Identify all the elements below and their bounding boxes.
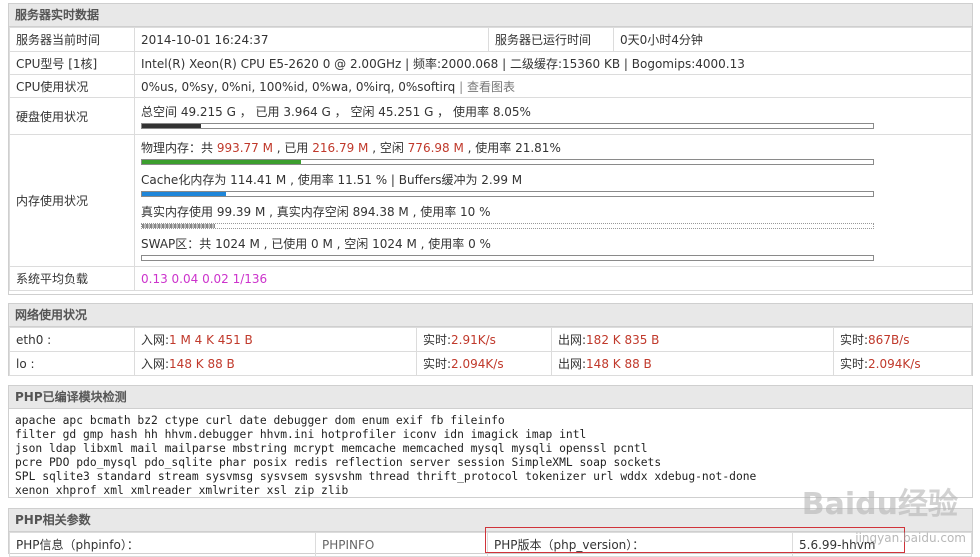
php-modules-title: PHP已编译模块检测 xyxy=(9,386,972,409)
physical-memory-bar-fill xyxy=(142,160,302,164)
module-line: apache apc bcmath bz2 ctype curl date de… xyxy=(15,414,505,427)
module-line: filter gd gmp hash hh hhvm.debugger hhvm… xyxy=(15,428,587,441)
time-row: 服务器当前时间 2014-10-01 16:24:37 服务器已运行时间 0天0… xyxy=(9,27,972,52)
network-row: eth0 : 入网:1 M 4 K 451 B 实时:2.91K/s 出网:18… xyxy=(9,327,972,352)
in-label: 入网: xyxy=(141,357,170,371)
network-panel-title: 网络使用状况 xyxy=(9,304,972,327)
disk-text: 总空间 49.215 G ， 已用 3.964 G ， 空闲 45.251 G … xyxy=(141,104,531,119)
cpu-usage-value: 0%us, 0%sy, 0%ni, 100%id, 0%wa, 0%irq, 0… xyxy=(141,79,456,94)
module-line: json ldap libxml mail mailparse mbstring… xyxy=(15,442,648,455)
cpu-model-row: CPU型号 [1核] Intel(R) Xeon(R) CPU E5-2620 … xyxy=(9,51,972,75)
network-table: eth0 : 入网:1 M 4 K 451 B 实时:2.91K/s 出网:18… xyxy=(9,327,972,376)
phys-free: 776.98 M xyxy=(407,141,464,155)
time-value: 2014-10-01 16:24:37 xyxy=(134,27,489,52)
load-value: 0.13 0.04 0.02 1/136 xyxy=(134,266,972,291)
memory-label: 内存使用状况 xyxy=(9,134,135,267)
cache-memory-text: Cache化内存为 114.41 M , 使用率 11.51 % | Buffe… xyxy=(141,173,523,187)
probe-page: 服务器实时数据 服务器当前时间 2014-10-01 16:24:37 服务器已… xyxy=(0,0,980,557)
phys-free-prefix: , 空闲 xyxy=(368,141,408,155)
cpu-model-label: CPU型号 [1核] xyxy=(9,51,135,75)
in-rt-cell: 实时:2.91K/s xyxy=(416,327,552,352)
server-panel: 服务器实时数据 服务器当前时间 2014-10-01 16:24:37 服务器已… xyxy=(8,3,973,295)
out-rt-value: 867B/s xyxy=(868,333,910,347)
network-panel: 网络使用状况 eth0 : 入网:1 M 4 K 451 B 实时:2.91K/… xyxy=(8,303,973,376)
out-cell: 出网:182 K 835 B xyxy=(551,327,834,352)
php-version-highlight-box xyxy=(485,527,905,553)
time-label: 服务器当前时间 xyxy=(9,27,135,52)
phys-prefix: 物理内存：共 xyxy=(141,141,217,155)
php-modules-panel: PHP已编译模块检测 apache apc bcmath bz2 ctype c… xyxy=(8,385,973,498)
module-line: SPL sqlite3 standard stream sysvmsg sysv… xyxy=(15,470,757,483)
disk-row: 硬盘使用状况 总空间 49.215 G ， 已用 3.964 G ， 空闲 45… xyxy=(9,97,972,135)
php-modules-list: apache apc bcmath bz2 ctype curl date de… xyxy=(9,409,972,502)
swap-memory-text: SWAP区：共 1024 M , 已使用 0 M , 空闲 1024 M , 使… xyxy=(141,237,491,251)
server-table: 服务器当前时间 2014-10-01 16:24:37 服务器已运行时间 0天0… xyxy=(9,27,972,291)
uptime-label: 服务器已运行时间 xyxy=(488,27,614,52)
disk-usage-bar xyxy=(141,122,874,129)
swap-memory-bar xyxy=(141,255,874,261)
real-memory-bar xyxy=(141,223,874,229)
phys-total: 993.77 M xyxy=(216,141,273,155)
memory-cell: 物理内存：共 993.77 M , 已用 216.79 M , 空闲 776.9… xyxy=(134,134,972,267)
disk-usage-bar-fill xyxy=(142,123,201,128)
disk-cell: 总空间 49.215 G ， 已用 3.964 G ， 空闲 45.251 G … xyxy=(134,97,972,135)
view-chart-link[interactable]: 查看图表 xyxy=(467,80,515,94)
out-cell: 出网:148 K 88 B xyxy=(551,351,834,376)
phys-used: 216.79 M xyxy=(312,141,369,155)
physical-memory-text: 物理内存：共 993.77 M , 已用 216.79 M , 空闲 776.9… xyxy=(141,140,965,156)
phys-rate: , 使用率 21.81% xyxy=(463,141,561,155)
out-rt-cell: 实时:2.094K/s xyxy=(833,351,972,376)
disk-label: 硬盘使用状况 xyxy=(9,97,135,135)
module-line: xenon xhprof xml xmlreader xmlwriter xsl… xyxy=(15,484,349,497)
in-label: 入网: xyxy=(141,333,170,347)
out-value: 182 K 835 B xyxy=(586,333,660,347)
real-memory-bar-fill xyxy=(142,224,216,228)
iface-name: eth0 : xyxy=(9,327,135,352)
out-value: 148 K 88 B xyxy=(586,357,652,371)
in-rt-cell: 实时:2.094K/s xyxy=(416,351,552,376)
iface-name: lo : xyxy=(9,351,135,376)
rt-label: 实时: xyxy=(423,333,452,347)
in-rt-value: 2.094K/s xyxy=(451,357,504,371)
cpu-model-value: Intel(R) Xeon(R) CPU E5-2620 0 @ 2.00GHz… xyxy=(134,51,972,75)
out-label: 出网: xyxy=(558,333,587,347)
cache-memory-bar-fill xyxy=(142,192,227,196)
physical-memory-bar xyxy=(141,159,874,165)
cache-memory-bar xyxy=(141,191,874,197)
in-value: 1 M 4 K 451 B xyxy=(169,333,253,347)
server-panel-title: 服务器实时数据 xyxy=(9,4,972,27)
phys-used-prefix: , 已用 xyxy=(272,141,313,155)
load-row: 系统平均负载 0.13 0.04 0.02 1/136 xyxy=(9,266,972,291)
uptime-value: 0天0小时4分钟 xyxy=(613,27,972,52)
cpu-usage-separator: | xyxy=(459,79,464,94)
memory-row: 内存使用状况 物理内存：共 993.77 M , 已用 216.79 M , 空… xyxy=(9,134,972,267)
load-label: 系统平均负载 xyxy=(9,266,135,291)
out-rt-value: 2.094K/s xyxy=(868,357,921,371)
rt-label: 实时: xyxy=(840,333,869,347)
cpu-usage-cell: 0%us, 0%sy, 0%ni, 100%id, 0%wa, 0%irq, 0… xyxy=(134,74,972,98)
out-label: 出网: xyxy=(558,357,587,371)
network-row: lo : 入网:148 K 88 B 实时:2.094K/s 出网:148 K … xyxy=(9,351,972,376)
rt-label: 实时: xyxy=(423,357,452,371)
cpu-usage-label: CPU使用状况 xyxy=(9,74,135,98)
out-rt-cell: 实时:867B/s xyxy=(833,327,972,352)
real-memory-text: 真实内存使用 99.39 M , 真实内存空闲 894.38 M , 使用率 1… xyxy=(141,205,491,219)
in-cell: 入网:148 K 88 B xyxy=(134,351,417,376)
cpu-usage-row: CPU使用状况 0%us, 0%sy, 0%ni, 100%id, 0%wa, … xyxy=(9,74,972,98)
in-cell: 入网:1 M 4 K 451 B xyxy=(134,327,417,352)
in-rt-value: 2.91K/s xyxy=(451,333,496,347)
in-value: 148 K 88 B xyxy=(169,357,235,371)
rt-label: 实时: xyxy=(840,357,869,371)
module-line: pcre PDO pdo_mysql pdo_sqlite phar posix… xyxy=(15,456,662,469)
